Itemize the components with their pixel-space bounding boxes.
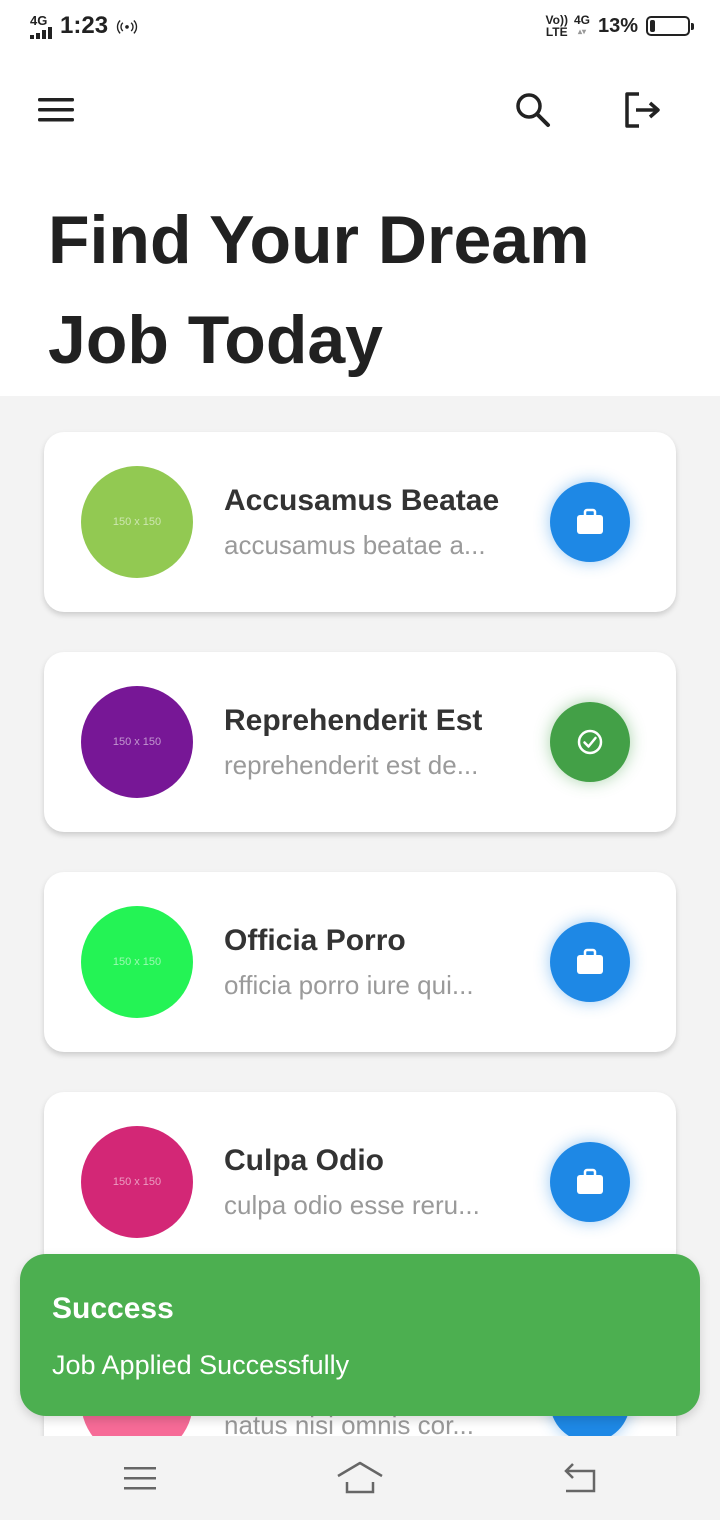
job-description: culpa odio esse reru... [224, 1190, 480, 1220]
success-snackbar: Success Job Applied Successfully [20, 1254, 700, 1416]
volte-indicator: Vo)) LTE [545, 13, 568, 39]
logout-icon [625, 92, 660, 128]
applied-status-button[interactable] [550, 702, 630, 782]
company-avatar: 150 x 150 [81, 1126, 193, 1238]
job-title: Accusamus Beatae [224, 484, 500, 517]
company-avatar: 150 x 150 [81, 466, 193, 578]
status-left: 4G 1:23 [30, 12, 138, 40]
job-card[interactable]: 150 x 150 Culpa Odio culpa odio esse reru.… [44, 1092, 676, 1272]
job-card[interactable]: 150 x 150 Officia Porro officia porro iure… [44, 872, 676, 1052]
home-icon [337, 1461, 383, 1494]
network-label: 4G [30, 12, 48, 28]
signal-indicator: 4G [30, 14, 52, 39]
recents-icon [124, 1467, 156, 1490]
system-nav-bar [0, 1436, 720, 1520]
briefcase-icon [577, 1168, 603, 1194]
briefcase-icon [577, 508, 603, 534]
page-header: Find Your Dream Job Today [0, 168, 720, 396]
menu-button[interactable] [28, 82, 84, 138]
job-description: accusamus beatae a... [224, 530, 486, 560]
back-icon [564, 1463, 596, 1493]
job-title: Officia Porro [224, 924, 406, 957]
snackbar-message: Job Applied Successfully [52, 1350, 350, 1380]
apply-job-button[interactable] [550, 482, 630, 562]
status-right: Vo)) LTE 4G ▴▾ 13% [545, 13, 694, 39]
network-type-indicator: 4G ▴▾ [573, 13, 590, 36]
battery-icon [646, 16, 694, 36]
signal-bars-icon [30, 26, 52, 39]
app-bar [0, 58, 720, 168]
job-title: Reprehenderit Est [224, 704, 483, 737]
back-button[interactable] [550, 1454, 610, 1502]
search-button[interactable] [505, 82, 561, 138]
briefcase-icon [577, 948, 603, 974]
job-description: reprehenderit est de... [224, 750, 479, 780]
company-avatar: 150 x 150 [81, 686, 193, 798]
job-description: officia porro iure qui... [224, 970, 474, 1000]
snackbar-title: Success [52, 1292, 174, 1325]
status-time: 1:23 [60, 12, 109, 39]
job-card[interactable]: 150 x 150 Reprehenderit Est reprehenderit … [44, 652, 676, 832]
search-icon [516, 93, 550, 127]
hamburger-menu-icon [38, 98, 74, 122]
home-button[interactable] [330, 1454, 390, 1502]
data-activity-icon: ▴▾ [577, 27, 586, 36]
company-avatar: 150 x 150 [81, 906, 193, 1018]
job-title: Culpa Odio [224, 1144, 384, 1177]
page-title: Find Your Dream Job Today [48, 202, 590, 378]
battery-percentage: 13% [597, 14, 638, 37]
check-circle-icon [577, 729, 603, 755]
job-card[interactable]: 150 x 150 Accusamus Beatae accusamus beata… [44, 432, 676, 612]
hotspot-icon [116, 20, 138, 34]
logout-button[interactable] [614, 82, 670, 138]
apply-job-button[interactable] [550, 922, 630, 1002]
apply-job-button[interactable] [550, 1142, 630, 1222]
battery-level [650, 20, 655, 32]
recents-button[interactable] [110, 1454, 170, 1502]
status-bar: 4G 1:23 Vo)) LTE 4G ▴▾ 13% [0, 0, 720, 58]
